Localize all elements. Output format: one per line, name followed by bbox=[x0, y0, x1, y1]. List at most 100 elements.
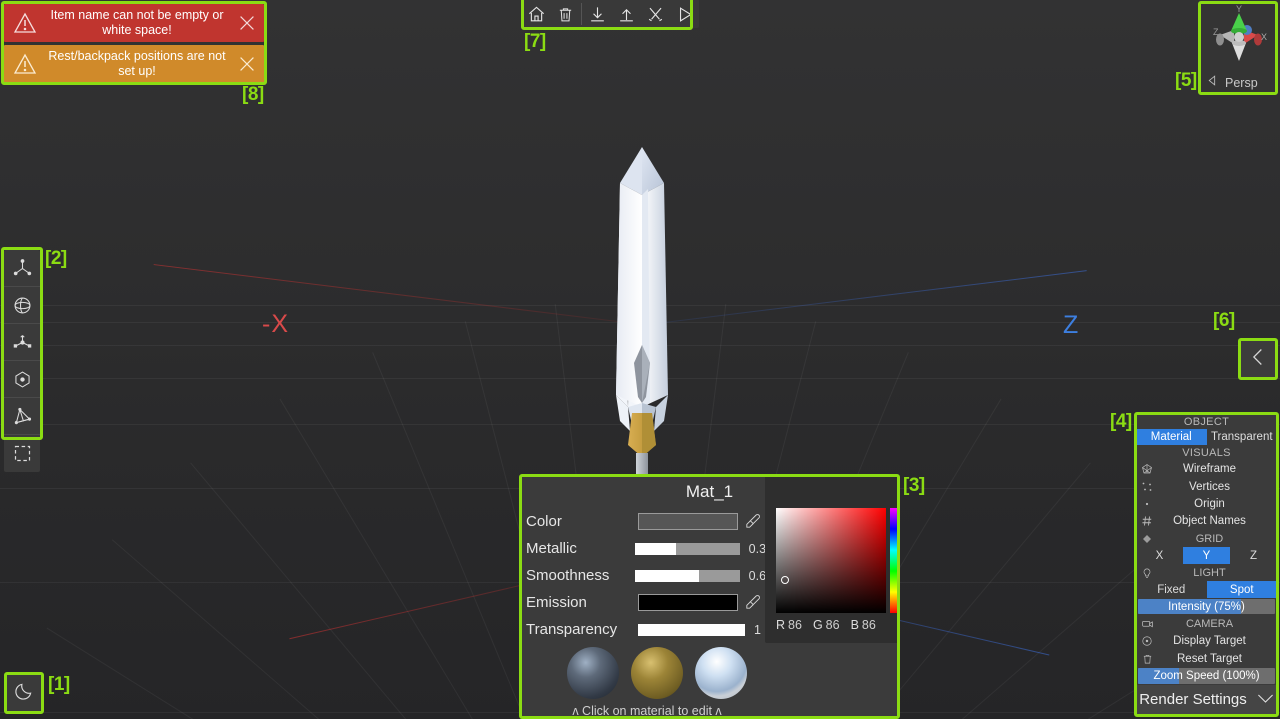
zoom-speed-slider[interactable]: Zoom Speed (100%) bbox=[1138, 668, 1275, 684]
toggle-spot-light[interactable]: Spot bbox=[1206, 581, 1277, 598]
color-swatch[interactable] bbox=[638, 513, 738, 530]
row-origin[interactable]: Origin bbox=[1136, 495, 1277, 512]
scale-gizmo-icon[interactable] bbox=[4, 324, 40, 361]
tools-icon[interactable] bbox=[641, 0, 670, 28]
section-title-light: LIGHT bbox=[1193, 566, 1226, 579]
label-emission: Emission bbox=[526, 594, 587, 611]
camera-icon bbox=[1136, 617, 1158, 630]
row-vertices[interactable]: Vertices bbox=[1136, 478, 1277, 495]
notification-text: Rest/backpack positions are not set up! bbox=[48, 49, 226, 78]
night-mode-toggle[interactable] bbox=[6, 674, 42, 712]
marker-6: [6] bbox=[1213, 310, 1235, 331]
view-orientation-gizmo[interactable]: Z X Y Persp bbox=[1200, 3, 1278, 95]
close-icon[interactable] bbox=[232, 53, 262, 75]
render-settings-button[interactable]: Render Settings bbox=[1136, 684, 1277, 714]
light-intensity-slider[interactable]: Intensity (75%) bbox=[1138, 598, 1275, 615]
home-icon[interactable] bbox=[522, 0, 551, 28]
grid-axis-z[interactable]: Z bbox=[1230, 547, 1277, 563]
pivot-icon[interactable] bbox=[4, 361, 40, 398]
material-sphere-3[interactable] bbox=[695, 647, 747, 699]
panel-collapse-button[interactable] bbox=[1240, 340, 1276, 378]
property-metallic: Metallic 0.39 bbox=[521, 535, 773, 562]
editor-root: -X Z [7] Item name can not be empty or w… bbox=[0, 0, 1280, 719]
material-panel: Mat_1 Color Metallic 0.39 Smoothness 0.6… bbox=[521, 476, 899, 719]
emission-swatch[interactable] bbox=[638, 594, 738, 611]
material-sphere-list bbox=[549, 647, 765, 699]
row-object-names[interactable]: Object Names bbox=[1136, 513, 1277, 530]
eyedropper-icon[interactable] bbox=[744, 513, 761, 530]
vertices-icon bbox=[1136, 481, 1158, 493]
svg-text:X: X bbox=[1261, 32, 1267, 42]
row-wireframe[interactable]: Wireframe bbox=[1136, 460, 1277, 477]
toggle-material[interactable]: Material bbox=[1136, 429, 1207, 446]
channel-value-g[interactable]: 86 bbox=[826, 618, 840, 632]
close-icon[interactable] bbox=[232, 12, 262, 34]
material-name: Mat_1 bbox=[685, 482, 734, 501]
notification-text: Item name can not be empty or white spac… bbox=[50, 8, 224, 37]
trash-icon[interactable] bbox=[551, 0, 580, 28]
origin-icon bbox=[1136, 498, 1158, 510]
row-light-title: LIGHT bbox=[1136, 564, 1277, 581]
row-reset-target[interactable]: Reset Target bbox=[1136, 650, 1277, 667]
label-vertices: Vertices bbox=[1189, 480, 1230, 493]
channel-value-r[interactable]: 86 bbox=[788, 618, 802, 632]
download-icon[interactable] bbox=[583, 0, 612, 28]
row-grid-title: GRID bbox=[1136, 530, 1277, 547]
label-color: Color bbox=[526, 513, 562, 530]
channel-label-r: R bbox=[776, 618, 786, 632]
model-sword[interactable] bbox=[598, 145, 686, 495]
channel-value-b[interactable]: 86 bbox=[862, 618, 876, 632]
metallic-slider[interactable] bbox=[635, 542, 740, 555]
projection-label[interactable]: Persp bbox=[1225, 76, 1258, 90]
toolbar-divider bbox=[581, 3, 582, 25]
axis-gizmo-icon: Z X Y bbox=[1213, 4, 1267, 61]
channel-label-b: B bbox=[850, 618, 859, 632]
material-sphere-1[interactable] bbox=[567, 647, 619, 699]
mesh-triangle-icon[interactable] bbox=[4, 398, 40, 435]
marker-7: [7] bbox=[524, 31, 546, 52]
play-icon[interactable] bbox=[670, 0, 699, 28]
section-title-object: OBJECT bbox=[1183, 416, 1230, 428]
toggle-transparent[interactable]: Transparent bbox=[1207, 429, 1278, 445]
notification-warning[interactable]: Rest/backpack positions are not set up! bbox=[4, 45, 264, 83]
notification-stack: Item name can not be empty or white spac… bbox=[4, 4, 264, 83]
material-hint: ʌ Click on material to edit ʌ bbox=[572, 704, 722, 718]
toggle-fixed-light[interactable]: Fixed bbox=[1136, 581, 1207, 597]
warning-triangle-icon bbox=[8, 52, 42, 76]
color-cursor bbox=[781, 576, 789, 584]
property-emission: Emission bbox=[521, 589, 773, 616]
label-wireframe: Wireframe bbox=[1182, 463, 1237, 476]
smoothness-slider[interactable] bbox=[635, 569, 740, 582]
color-picker: R 86 G 86 B 86 bbox=[765, 476, 899, 643]
left-toolbar bbox=[4, 250, 40, 472]
move-gizmo-icon[interactable] bbox=[4, 250, 40, 287]
eyedropper-icon[interactable] bbox=[744, 594, 761, 611]
label-display-target: Display Target bbox=[1173, 635, 1246, 648]
select-box-icon[interactable] bbox=[4, 435, 40, 472]
material-sphere-2[interactable] bbox=[631, 647, 683, 699]
section-title-visuals: VISUALS bbox=[1182, 447, 1231, 460]
grid-axis-x[interactable]: X bbox=[1136, 547, 1183, 563]
grid-axis-y[interactable]: Y bbox=[1183, 547, 1230, 564]
hue-slider[interactable] bbox=[890, 508, 899, 613]
rotate-gizmo-icon[interactable] bbox=[4, 287, 40, 324]
moon-icon bbox=[14, 680, 35, 706]
chevron-left-icon bbox=[1248, 345, 1268, 374]
notification-error[interactable]: Item name can not be empty or white spac… bbox=[4, 4, 264, 42]
triangle-left-icon[interactable] bbox=[1206, 74, 1219, 92]
label-smoothness: Smoothness bbox=[526, 567, 610, 584]
transparency-slider[interactable] bbox=[638, 623, 745, 636]
channel-label-g: G bbox=[812, 618, 823, 632]
saturation-value-square[interactable] bbox=[776, 508, 886, 613]
target-icon bbox=[1136, 635, 1158, 647]
bulb-icon bbox=[1136, 567, 1158, 579]
grid-diamond-icon bbox=[1136, 533, 1158, 545]
row-display-target[interactable]: Display Target bbox=[1136, 633, 1277, 650]
marker-4: [4] bbox=[1110, 411, 1132, 432]
upload-icon[interactable] bbox=[612, 0, 641, 28]
chevron-down-icon bbox=[1257, 691, 1274, 708]
light-intensity-label: Intensity (75%) bbox=[1168, 600, 1245, 613]
transparency-value: 1 bbox=[754, 622, 761, 637]
marker-8: [8] bbox=[242, 84, 264, 105]
material-properties: Color Metallic 0.39 Smoothness 0.61 Emis… bbox=[521, 508, 773, 643]
